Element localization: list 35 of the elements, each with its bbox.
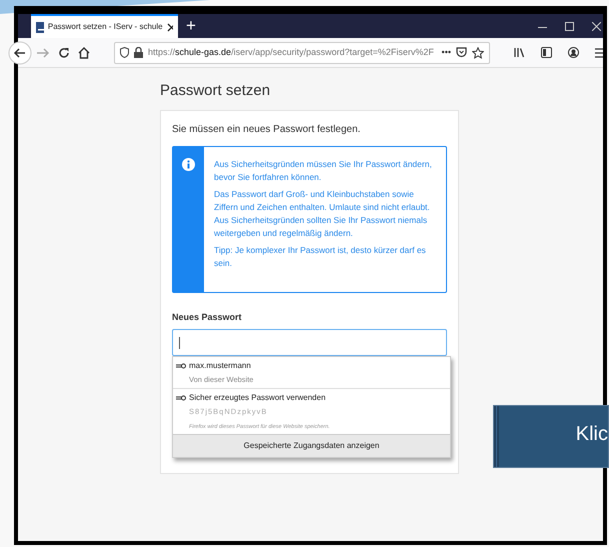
url-text: https://schule-gas.de/iserv/app/security/password?target=%2Fiserv%2F [148,46,435,59]
text-cursor [179,336,180,348]
alert-paragraph: Tipp: Je komplexer Ihr Passwort ist, desto kürzer darf es sein. [214,244,427,270]
info-icon [182,158,195,170]
new-tab-button[interactable]: + [186,14,196,38]
key-icon [176,395,186,402]
tab-title: Passwort setzen - IServ - schule [48,21,163,33]
account-icon[interactable] [568,47,579,58]
browser-tab[interactable]: Passwort setzen - IServ - schule [31,14,178,38]
page-title: Passwort setzen [160,81,272,101]
key-icon [176,363,186,369]
sidebar-icon[interactable] [541,47,552,58]
minimize-icon[interactable] [538,27,547,29]
close-icon[interactable] [166,22,173,32]
home-icon[interactable] [78,46,90,58]
alert-paragraph: Das Passwort darf Groß- und Kleinbuchstaben sowie Ziffern und Zeichen enthalten. Umlaute sind nicht erlaubt. Aus Sicherheitsgründen sollten Sie Ihr Passwort niemals weitergeben und regelmäßig ändern. [214,188,431,240]
callout-text: Klic [576,422,608,447]
page-actions-button[interactable]: ••• [442,46,451,60]
site-logo-icon [36,22,44,32]
close-window-icon[interactable] [592,22,601,31]
library-icon[interactable] [514,47,525,58]
menu-icon[interactable] [595,48,603,58]
maximize-icon[interactable] [565,22,574,31]
bookmark-star-icon[interactable] [472,46,484,58]
reload-icon[interactable] [58,46,70,58]
field-label: Neues Passwort [172,310,243,324]
shield-icon [120,47,129,58]
back-icon[interactable] [8,40,32,64]
lock-icon [134,47,143,58]
show-logins-button[interactable]: Gespeicherte Zugangsdaten anzeigen [173,434,450,457]
address-bar[interactable]: https://schule-gas.de/iserv/app/security/password?target=%2Fiserv%2F ••• [114,42,490,64]
intro-text: Sie müssen ein neues Passwort festlegen. [172,122,362,136]
password-field[interactable] [172,329,447,356]
alert-paragraph: Aus Sicherheitsgründen müssen Sie Ihr Passwort ändern, bevor Sie fortfahren können. [214,158,433,184]
pocket-icon[interactable] [456,47,467,58]
